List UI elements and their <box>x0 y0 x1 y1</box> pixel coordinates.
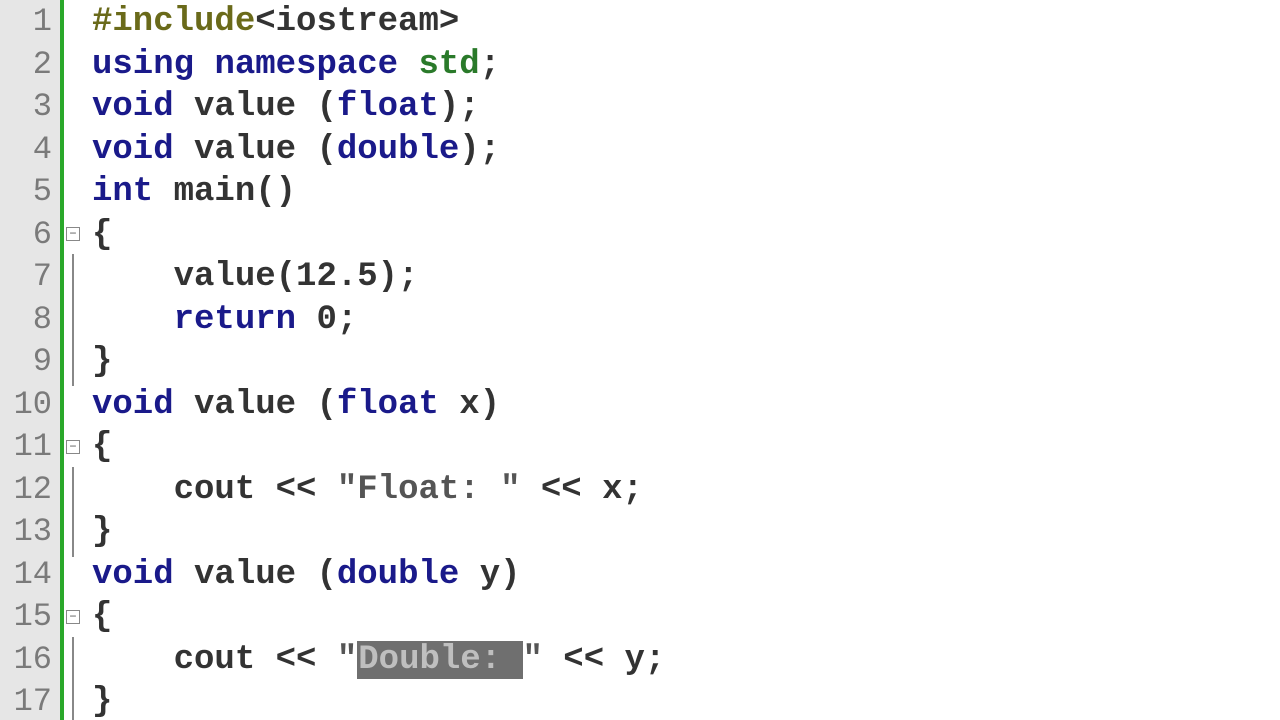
line-number: 7 <box>0 256 60 299</box>
fold-toggle-icon[interactable] <box>66 227 80 241</box>
code-line[interactable]: cout << "Double: " << y; <box>92 639 1280 682</box>
code-line[interactable]: #include<iostream> <box>92 1 1280 44</box>
line-number: 9 <box>0 341 60 384</box>
code-line[interactable]: return 0; <box>92 299 1280 342</box>
line-number: 2 <box>0 44 60 87</box>
code-line[interactable]: void value (double y) <box>92 554 1280 597</box>
code-editor[interactable]: 1 2 3 4 5 6 7 8 9 10 11 12 13 14 15 16 1… <box>0 0 1280 720</box>
line-number: 14 <box>0 554 60 597</box>
line-number: 6 <box>0 214 60 257</box>
text-selection: Double: <box>357 641 522 679</box>
line-number: 16 <box>0 639 60 682</box>
code-line[interactable]: value(12.5); <box>92 256 1280 299</box>
code-line[interactable]: } <box>92 511 1280 554</box>
code-line[interactable]: } <box>92 341 1280 384</box>
line-number: 17 <box>0 681 60 720</box>
line-number-gutter: 1 2 3 4 5 6 7 8 9 10 11 12 13 14 15 16 1… <box>0 0 64 720</box>
line-number: 3 <box>0 86 60 129</box>
code-line[interactable]: { <box>92 596 1280 639</box>
line-number: 11 <box>0 426 60 469</box>
line-number: 8 <box>0 299 60 342</box>
code-line[interactable]: void value (float x) <box>92 384 1280 427</box>
fold-toggle-icon[interactable] <box>66 440 80 454</box>
fold-margin <box>64 0 86 720</box>
line-number: 12 <box>0 469 60 512</box>
code-line[interactable]: using namespace std; <box>92 44 1280 87</box>
code-line[interactable]: void value (float); <box>92 86 1280 129</box>
code-line[interactable]: cout << "Float: " << x; <box>92 469 1280 512</box>
code-line[interactable]: int main() <box>92 171 1280 214</box>
line-number: 10 <box>0 384 60 427</box>
code-line[interactable]: void value (double); <box>92 129 1280 172</box>
line-number: 4 <box>0 129 60 172</box>
line-number: 1 <box>0 1 60 44</box>
code-line[interactable]: { <box>92 426 1280 469</box>
line-number: 13 <box>0 511 60 554</box>
code-line[interactable]: { <box>92 214 1280 257</box>
code-line[interactable]: } <box>92 681 1280 720</box>
code-area[interactable]: #include<iostream> using namespace std; … <box>86 0 1280 720</box>
line-number: 5 <box>0 171 60 214</box>
fold-toggle-icon[interactable] <box>66 610 80 624</box>
line-number: 15 <box>0 596 60 639</box>
